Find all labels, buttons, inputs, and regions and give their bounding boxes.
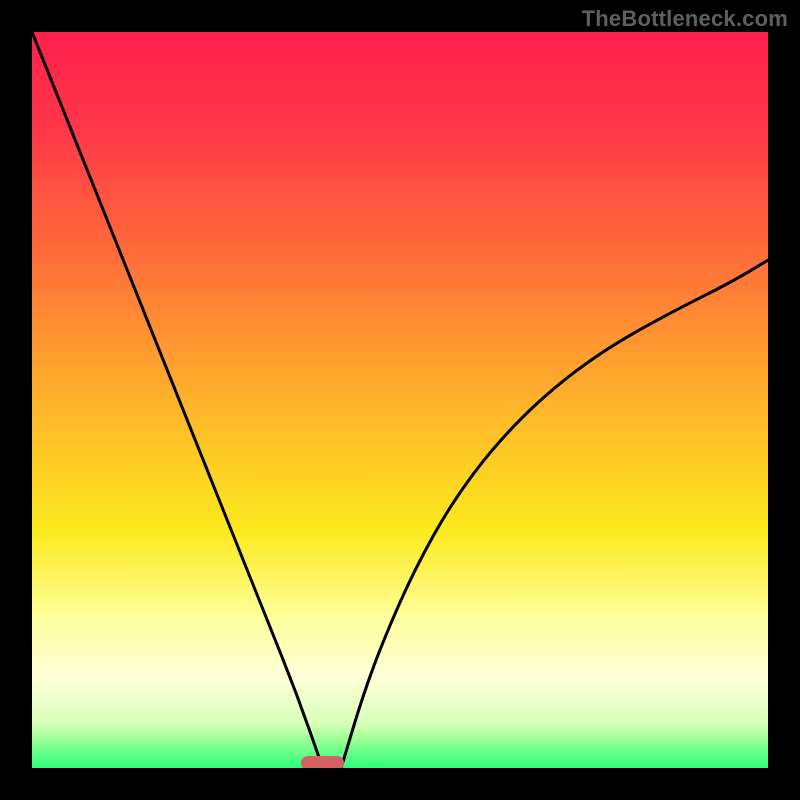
chart-svg: [32, 32, 768, 768]
watermark-text: TheBottleneck.com: [582, 6, 788, 32]
bottleneck-indicator: [301, 756, 344, 768]
plot-area: [32, 32, 768, 768]
gradient-background: [32, 32, 768, 768]
chart-container: TheBottleneck.com: [0, 0, 800, 800]
